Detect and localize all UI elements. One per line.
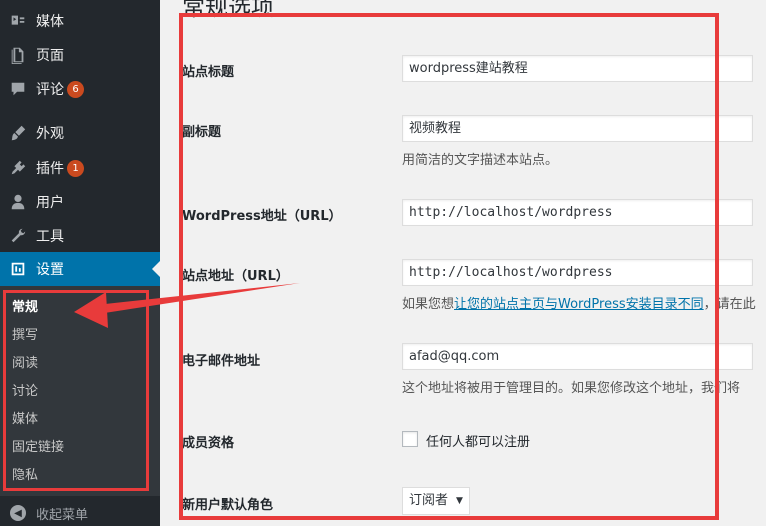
site-url-label: 站点地址（URL）: [182, 269, 289, 284]
dropdown-arrow-icon: ▼: [456, 496, 463, 506]
site-title-input[interactable]: wordpress建站教程: [402, 55, 753, 82]
menu-label: 评论: [36, 82, 64, 98]
comment-icon: [0, 80, 36, 98]
site-title-label: 站点标题: [182, 65, 235, 80]
email-input[interactable]: afad@qq.com: [402, 343, 753, 370]
submenu-item-privacy[interactable]: 隐私: [12, 462, 38, 490]
user-icon: [0, 193, 36, 211]
email-description: 这个地址将被用于管理目的。如果您修改这个地址，我们将: [402, 381, 741, 396]
tools-icon: [0, 227, 36, 245]
comment-count-badge: 6: [67, 80, 84, 98]
site-url-input[interactable]: http://localhost/wordpress: [402, 259, 753, 286]
wordpress-url-input[interactable]: http://localhost/wordpress: [402, 199, 753, 226]
settings-submenu: 常规 撰写 阅读 讨论 媒体 固定链接 隐私: [0, 286, 160, 496]
menu-item-settings[interactable]: 设置: [0, 252, 160, 286]
default-role-select[interactable]: 订阅者 ▼: [402, 487, 470, 515]
page-icon: [0, 46, 36, 64]
submenu-item-permalinks[interactable]: 固定链接: [12, 434, 64, 462]
media-icon: [0, 12, 36, 30]
email-label: 电子邮件地址: [182, 354, 261, 369]
menu-item-users[interactable]: 用户: [0, 185, 160, 219]
tagline-label: 副标题: [182, 125, 222, 140]
default-role-label: 新用户默认角色: [182, 498, 274, 513]
menu-label: 媒体: [36, 14, 64, 30]
menu-label: 设置: [36, 262, 64, 278]
settings-main: 常规选项 站点标题 wordpress建站教程 副标题 视频教程 用简洁的文字描…: [160, 0, 766, 526]
plugin-icon: [0, 159, 36, 177]
submenu-item-media[interactable]: 媒体: [12, 406, 38, 434]
default-role-value: 订阅者: [409, 493, 449, 508]
menu-item-comments[interactable]: 评论 6: [0, 72, 160, 106]
submenu-item-reading[interactable]: 阅读: [12, 350, 38, 378]
menu-item-tools[interactable]: 工具: [0, 219, 160, 253]
menu-item-plugins[interactable]: 插件 1: [0, 151, 160, 185]
submenu-item-discussion[interactable]: 讨论: [12, 378, 38, 406]
admin-sidebar: 媒体 页面 评论 6 外观 插件 1 用户 工具 设置 常规 撰写 阅读 讨论 …: [0, 0, 160, 526]
menu-item-media[interactable]: 媒体: [0, 4, 160, 38]
tagline-description: 用简洁的文字描述本站点。: [402, 153, 559, 168]
page-title: 常规选项: [182, 0, 274, 21]
submenu-item-writing[interactable]: 撰写: [12, 322, 38, 350]
collapse-menu-button[interactable]: ◀ 收起菜单: [0, 500, 160, 526]
submenu-item-general[interactable]: 常规: [12, 294, 38, 322]
site-url-desc-prefix: 如果您想: [402, 297, 455, 312]
collapse-label: 收起菜单: [36, 507, 89, 523]
membership-checkbox-label[interactable]: 任何人都可以注册: [426, 431, 530, 450]
settings-icon: [0, 260, 36, 278]
menu-label: 外观: [36, 126, 64, 142]
menu-label: 用户: [36, 195, 64, 211]
plugin-update-badge: 1: [67, 159, 84, 177]
site-url-help-link[interactable]: 让您的站点主页与WordPress安装目录不同: [454, 297, 704, 312]
site-url-description: 如果您想让您的站点主页与WordPress安装目录不同，请在此: [402, 293, 756, 312]
menu-label: 页面: [36, 48, 64, 64]
site-url-desc-suffix: ，请在此: [703, 297, 756, 312]
appearance-icon: [0, 124, 36, 142]
menu-label: 插件: [36, 161, 64, 177]
membership-label: 成员资格: [182, 436, 235, 451]
wordpress-url-label: WordPress地址（URL）: [182, 209, 342, 224]
menu-item-appearance[interactable]: 外观: [0, 116, 160, 150]
current-menu-notch: [152, 261, 160, 277]
collapse-icon: ◀: [0, 505, 36, 521]
menu-item-pages[interactable]: 页面: [0, 38, 160, 72]
membership-checkbox[interactable]: [402, 431, 418, 447]
menu-label: 工具: [36, 229, 64, 245]
tagline-input[interactable]: 视频教程: [402, 115, 753, 142]
